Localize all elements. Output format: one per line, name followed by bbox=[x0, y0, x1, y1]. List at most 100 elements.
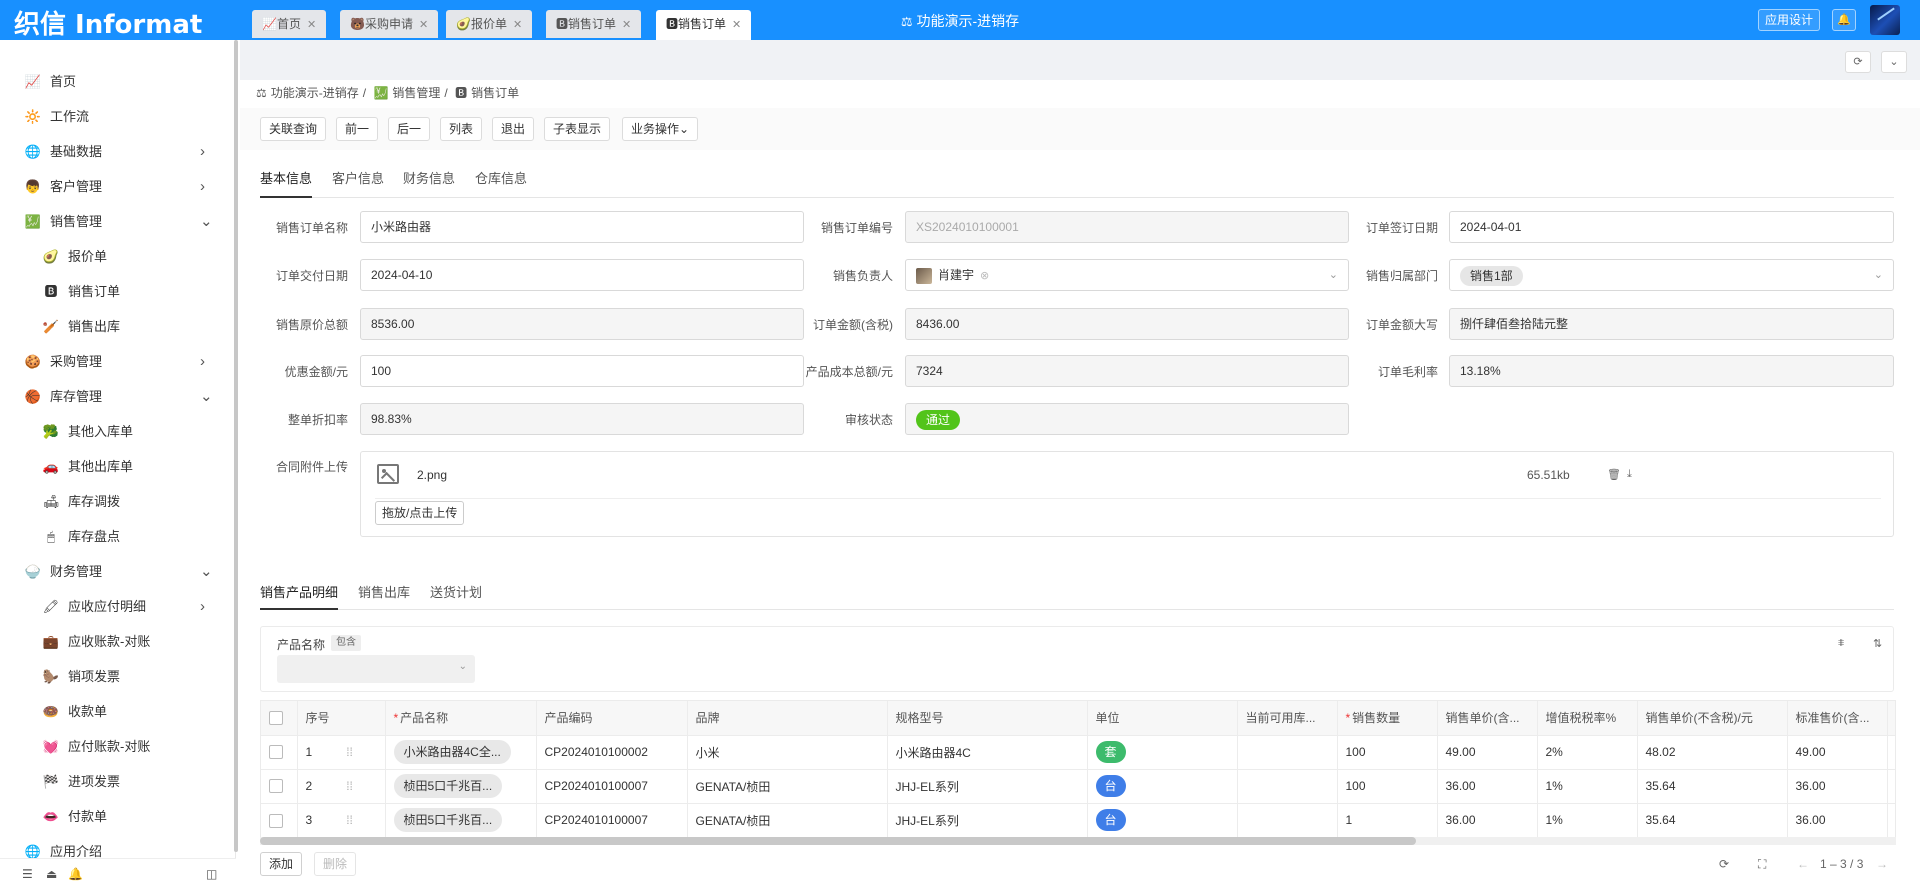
column-header[interactable]: 序号 bbox=[297, 701, 386, 735]
sidebar-item[interactable]: 🏁 进项发票 bbox=[0, 764, 232, 799]
product-tag[interactable]: 桢田5口千兆百... bbox=[393, 774, 503, 798]
column-header[interactable]: 销售单价(含... bbox=[1437, 701, 1538, 735]
tab-finance-info[interactable]: 财务信息 bbox=[403, 168, 455, 187]
tab-delivery-plan[interactable]: 送货计划 bbox=[430, 582, 482, 601]
column-header[interactable]: 销售单价(不含税)/元 bbox=[1637, 701, 1788, 735]
breadcrumb-item[interactable]: 功能演示-进销存 bbox=[271, 86, 359, 100]
column-header[interactable]: * 销售数量 bbox=[1337, 701, 1438, 735]
sidebar-item[interactable]: 🌐 基础数据 › bbox=[0, 134, 232, 169]
delete-row-button[interactable]: 删除 bbox=[314, 852, 357, 876]
list-button[interactable]: 列表 bbox=[440, 117, 483, 141]
sidebar-item[interactable]: 🏀 库存管理 ⌄ bbox=[0, 379, 232, 414]
tab-home[interactable]: 📈首页 ✕ bbox=[252, 10, 327, 38]
cell-unit[interactable]: 台 bbox=[1087, 802, 1238, 837]
chevron-down-icon[interactable]: ⌄ bbox=[200, 554, 213, 589]
chevron-down-icon[interactable]: ⌄ bbox=[1881, 51, 1907, 73]
download-icon[interactable]: ⤓ bbox=[1627, 468, 1632, 481]
eject-icon[interactable]: ⏏ bbox=[46, 867, 57, 881]
previous-button[interactable]: 前一 bbox=[336, 117, 379, 141]
row-select-cell[interactable] bbox=[261, 768, 298, 803]
cell-price[interactable]: 36.00 bbox=[1437, 768, 1538, 803]
chevron-down-icon[interactable]: ⌄ bbox=[200, 204, 213, 239]
dept-select[interactable]: 销售1部 ⌄ bbox=[1449, 259, 1894, 291]
cell-code[interactable]: CP2024010100007 bbox=[536, 768, 688, 803]
notification-icon[interactable]: 🔔 bbox=[68, 867, 83, 881]
order-name-input[interactable]: 小米路由器 bbox=[360, 211, 804, 243]
cell-stock[interactable] bbox=[1237, 768, 1338, 803]
sidebar-item[interactable]: 📈 首页 bbox=[0, 64, 232, 99]
discount-rate-input[interactable]: 98.83% bbox=[360, 403, 804, 435]
app-design-button[interactable]: 应用设计 bbox=[1758, 9, 1821, 31]
chevron-right-icon[interactable]: › bbox=[200, 169, 205, 204]
cell-code[interactable]: CP2024010100002 bbox=[536, 734, 688, 769]
row-select-cell[interactable] bbox=[261, 802, 298, 837]
exit-button[interactable]: 退出 bbox=[492, 117, 535, 141]
sidebar-item[interactable]: 🥦 其他入库单 bbox=[0, 414, 232, 449]
column-header[interactable]: 当前可用库... bbox=[1237, 701, 1338, 735]
audit-field[interactable]: 通过 bbox=[905, 403, 1349, 435]
cell-no[interactable]: 1 ⁞⁞ bbox=[297, 734, 386, 769]
cell-std[interactable]: 36.00 bbox=[1787, 768, 1888, 803]
cell-no[interactable]: 2 ⁞⁞ bbox=[297, 768, 386, 803]
cell-tax[interactable]: 1% bbox=[1537, 802, 1638, 837]
chevron-right-icon[interactable]: › bbox=[200, 134, 205, 169]
tab-sales-outbound[interactable]: 销售出库 bbox=[358, 582, 410, 601]
refresh-icon[interactable]: ⟳ bbox=[1719, 857, 1729, 871]
next-page-icon[interactable]: → bbox=[1876, 857, 1888, 871]
bell-icon[interactable]: 🔔 bbox=[1832, 9, 1856, 31]
cell-brand[interactable]: GENATA/桢田 bbox=[687, 768, 888, 803]
fullscreen-icon[interactable]: ⛶ bbox=[1758, 857, 1766, 872]
row-checkbox[interactable] bbox=[269, 779, 283, 794]
collapse-sidebar-icon[interactable]: ◫ bbox=[206, 867, 217, 881]
upload-button[interactable]: 拖放/点击上传 bbox=[375, 501, 465, 525]
cell-model[interactable]: JHJ-EL系列 bbox=[887, 768, 1088, 803]
column-header[interactable]: 产品编码 bbox=[536, 701, 688, 735]
cell-std[interactable]: 49.00 bbox=[1787, 734, 1888, 769]
cell-brand[interactable]: GENATA/桢田 bbox=[687, 802, 888, 837]
cell-price[interactable]: 49.00 bbox=[1437, 734, 1538, 769]
delete-icon[interactable]: 🗑 bbox=[1607, 468, 1621, 481]
cell-stock[interactable] bbox=[1237, 802, 1338, 837]
drag-handle-icon[interactable]: ⁞⁞ bbox=[346, 779, 353, 793]
tab-purchase-request[interactable]: 🐻采购申请 ✕ bbox=[340, 10, 439, 38]
row-select-cell[interactable] bbox=[261, 734, 298, 769]
column-header[interactable]: 增值税税率% bbox=[1537, 701, 1638, 735]
cell-unit[interactable]: 套 bbox=[1087, 734, 1238, 769]
tab-basic-info[interactable]: 基本信息 bbox=[260, 168, 312, 187]
tab-warehouse-info[interactable]: 仓库信息 bbox=[475, 168, 527, 187]
tab-product-details[interactable]: 销售产品明细 bbox=[260, 582, 338, 601]
table-row[interactable]: 1 ⁞⁞ 小米路由器4C全... CP2024010100002 小米 小米路由器4C 套 1… bbox=[261, 734, 1895, 769]
column-header[interactable]: 单位 bbox=[1087, 701, 1238, 735]
row-checkbox[interactable] bbox=[269, 813, 283, 828]
filter-icon[interactable]: ⩨ bbox=[1838, 637, 1844, 650]
cell-unit[interactable]: 台 bbox=[1087, 768, 1238, 803]
sidebar-item[interactable]: 🖱 库存盘点 bbox=[0, 519, 232, 554]
horizontal-scrollbar[interactable] bbox=[260, 837, 1896, 845]
amount-tax-input[interactable]: 8436.00 bbox=[905, 308, 1349, 340]
sidebar-item[interactable]: 🅱 销售订单 bbox=[0, 274, 232, 309]
user-avatar[interactable] bbox=[1870, 5, 1900, 35]
scrollbar-thumb[interactable] bbox=[260, 837, 1416, 845]
order-no-input[interactable]: XS2024010100001 bbox=[905, 211, 1349, 243]
drag-handle-icon[interactable]: ⁞⁞ bbox=[346, 745, 353, 759]
sidebar-item[interactable]: 🍪 采购管理 › bbox=[0, 344, 232, 379]
cell-brand[interactable]: 小米 bbox=[687, 734, 888, 769]
tab-sales-order[interactable]: 🅱销售订单 ✕ bbox=[546, 10, 642, 38]
attachment-file[interactable]: 2.png 65.51kb 🗑 ⤓ bbox=[377, 464, 1877, 494]
sidebar-item[interactable]: 🍩 收款单 bbox=[0, 694, 232, 729]
cell-qty[interactable]: 100 bbox=[1337, 768, 1438, 803]
column-header[interactable]: 品牌 bbox=[687, 701, 888, 735]
product-tag[interactable]: 桢田5口千兆百... bbox=[393, 808, 503, 833]
close-icon[interactable]: ✕ bbox=[732, 19, 741, 31]
breadcrumb-item[interactable]: 销售管理 bbox=[392, 86, 440, 100]
amount-cn-input[interactable]: 捌仟肆佰叁拾陆元整 bbox=[1449, 308, 1894, 340]
sidebar-item[interactable]: 👦 客户管理 › bbox=[0, 169, 232, 204]
menu-icon[interactable]: ☰ bbox=[22, 867, 33, 881]
sidebar-item[interactable]: 💓 应付账款-对账 bbox=[0, 729, 232, 764]
sign-date-input[interactable]: 2024-04-01 bbox=[1449, 211, 1894, 243]
chevron-right-icon[interactable]: › bbox=[200, 344, 205, 379]
related-query-button[interactable]: 关联查询 bbox=[260, 117, 327, 141]
business-ops-dropdown[interactable]: 业务操作⌄ bbox=[622, 117, 699, 141]
delivery-date-input[interactable]: 2024-04-10 bbox=[360, 259, 804, 291]
column-header[interactable]: 标准售价(含... bbox=[1787, 701, 1888, 735]
